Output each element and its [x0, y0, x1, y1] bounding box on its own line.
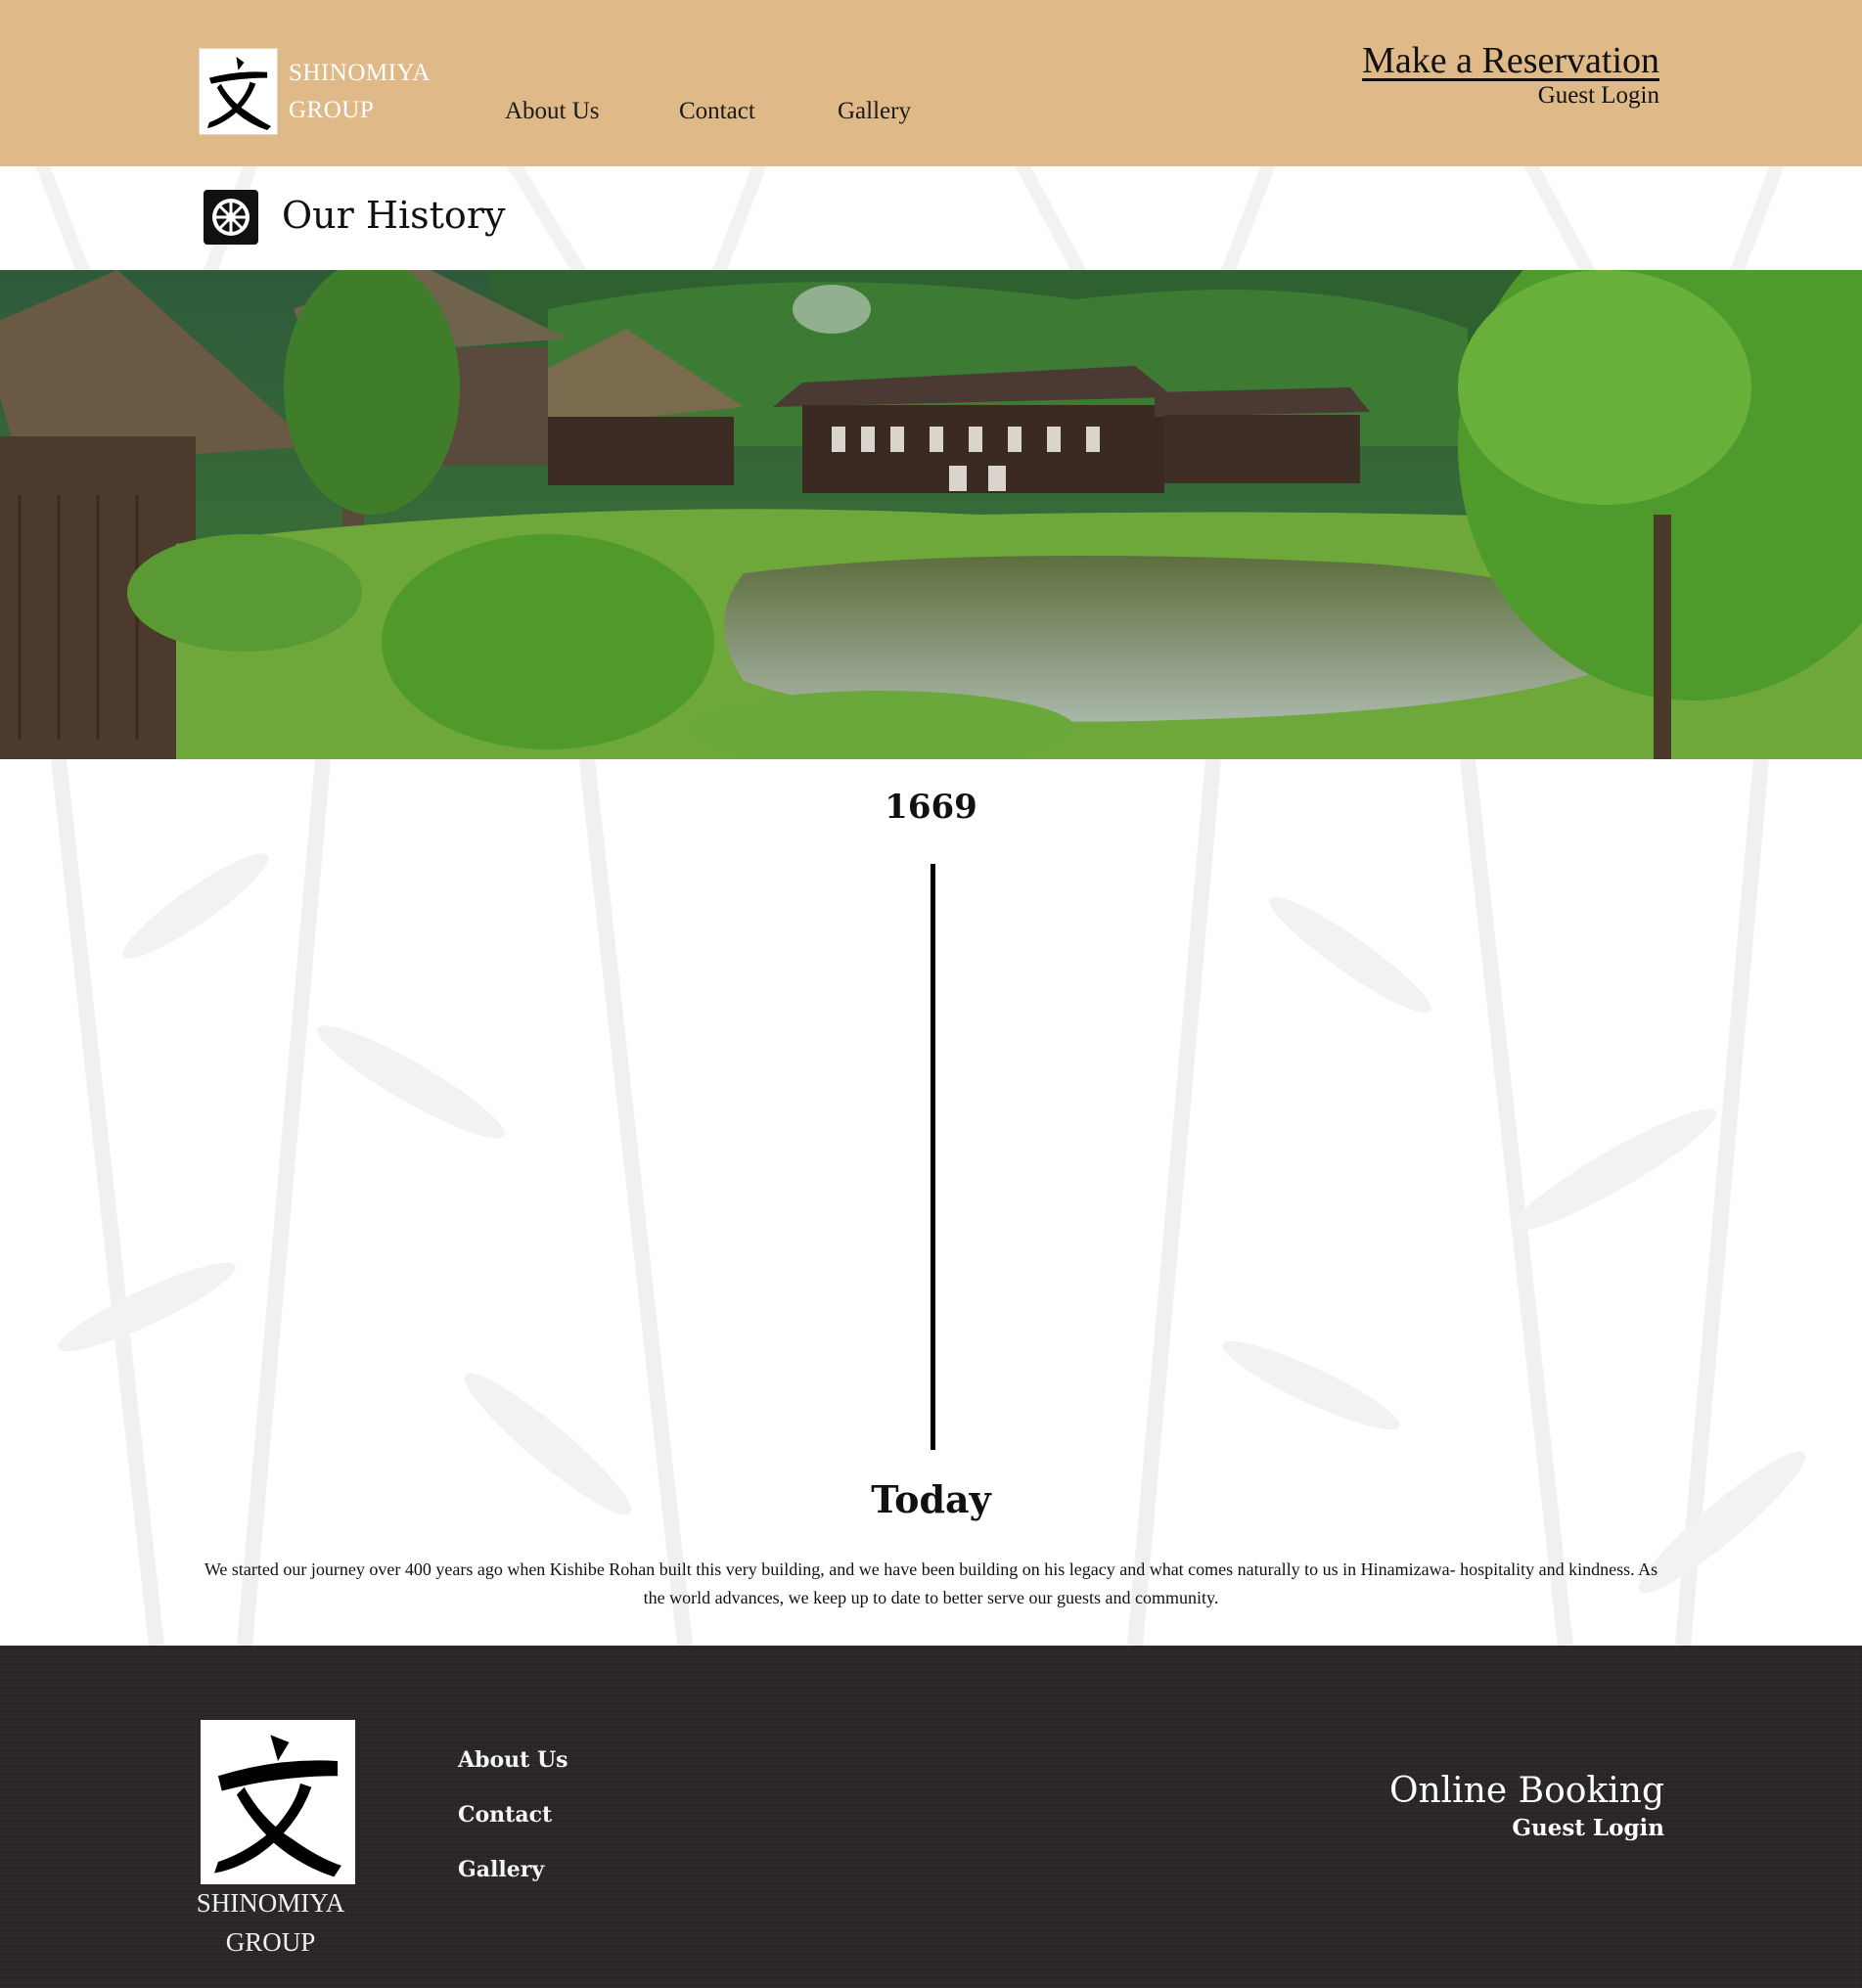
calligraphy-logo-icon [214, 1735, 341, 1877]
village-photo [0, 270, 1862, 759]
timeline-end-label: Today [871, 1477, 991, 1521]
hero-village-image [0, 270, 1862, 759]
brand-line-2: GROUP [289, 97, 375, 123]
footer-logo[interactable] [201, 1720, 355, 1884]
brand-name: SHINOMIYA GROUP [289, 55, 431, 129]
guest-login-link[interactable]: Guest Login [1538, 82, 1659, 110]
footer-link-about-us[interactable]: About Us [458, 1747, 568, 1773]
brand-line-1: SHINOMIYA [289, 60, 431, 86]
site-header: SHINOMIYA GROUP About Us Contact Gallery… [0, 0, 1862, 166]
brand-logo[interactable] [199, 48, 278, 135]
page-title: Our History [282, 194, 506, 237]
footer-brand-line-2: GROUP [225, 1927, 316, 1957]
nav-contact[interactable]: Contact [679, 98, 755, 125]
footer-brand-name: SHINOMIYA GROUP [186, 1883, 355, 1962]
timeline-start-year: 1669 [885, 788, 977, 827]
history-description: We started our journey over 400 years ag… [204, 1559, 1658, 1607]
nav-gallery[interactable]: Gallery [838, 98, 911, 125]
nav-about-us[interactable]: About Us [505, 98, 600, 125]
footer-brand-line-1: SHINOMIYA [196, 1888, 345, 1918]
calligraphy-logo-icon [206, 56, 272, 130]
footer-link-contact[interactable]: Contact [458, 1802, 552, 1828]
online-booking-link[interactable]: Online Booking [1389, 1771, 1664, 1811]
bamboo-pattern-background [35, 166, 1785, 270]
footer-guest-login-link[interactable]: Guest Login [1512, 1815, 1664, 1841]
make-reservation-link[interactable]: Make a Reservation [1362, 39, 1659, 82]
title-strip: Our History [0, 166, 1862, 270]
timeline-line [931, 864, 935, 1450]
footer-link-gallery[interactable]: Gallery [458, 1857, 544, 1882]
history-crest-icon [204, 190, 258, 245]
